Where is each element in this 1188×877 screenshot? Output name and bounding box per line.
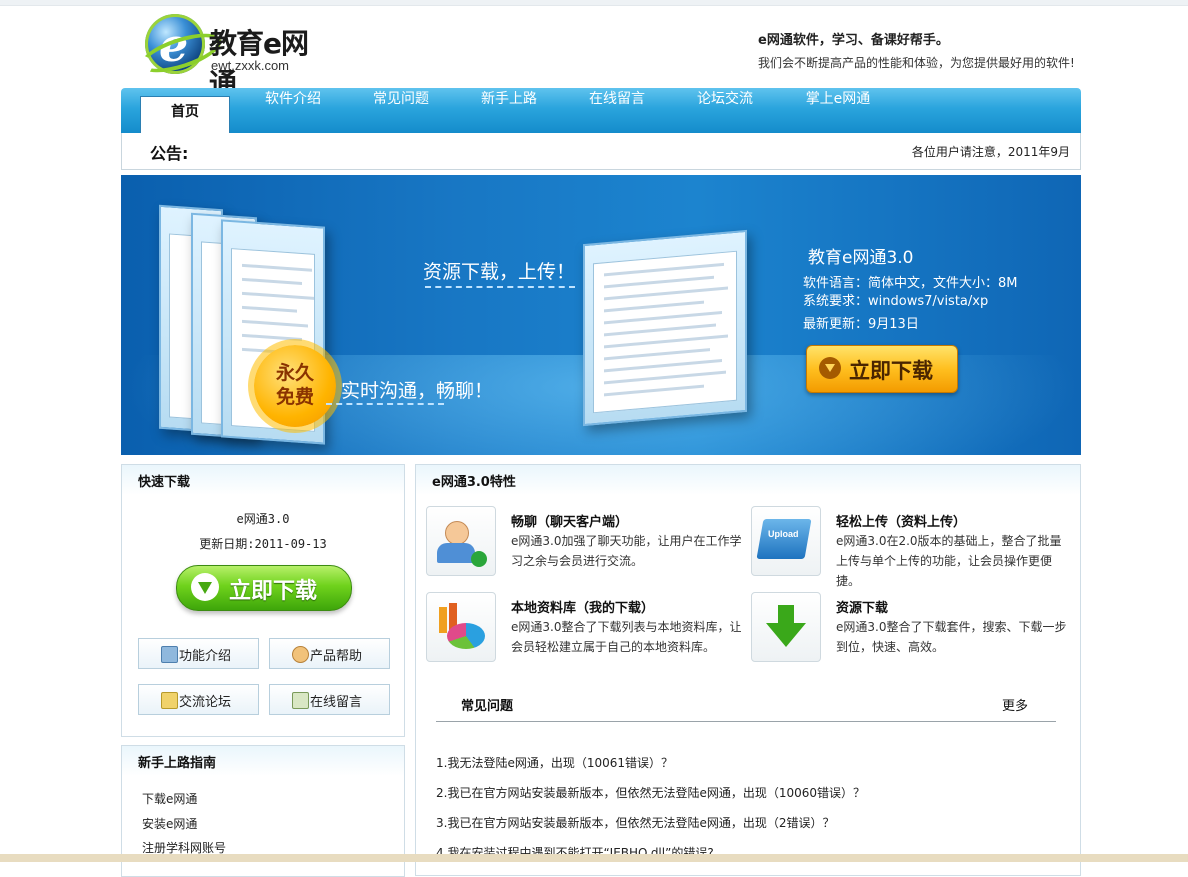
guide-link-install[interactable]: 安装e网通 [142,815,197,832]
features-title: e网通3.0特性 [432,475,516,490]
header-slogan-sub: 我们会不断提高产品的性能和体验，为您提供最好用的软件! [758,56,1075,70]
banner-product-title: 教育e网通3.0 [808,248,914,268]
feature-desc-download: e网通3.0整合了下载套件，搜索、下载一步到位，快速、高效。 [836,620,1067,654]
banner-info-updated: 最新更新：9月13日 [803,317,919,332]
quick-download-panel: 快速下载 e网通3.0 更新日期:2011-09-13 立即下载 功能介绍 产品… [121,464,405,737]
banner-info-language: 软件语言：简体中文，文件大小：8M [803,276,1018,291]
free-forever-badge: 永久 免费 [254,345,336,427]
guide-link-download[interactable]: 下载e网通 [142,790,197,807]
faq-more-link[interactable]: 更多 [1002,695,1028,714]
banner-caption-upload: 资源下载，上传！ [423,261,576,283]
quick-download-button[interactable]: 立即下载 [176,565,352,611]
nav-faq[interactable]: 常见问题 [351,88,451,133]
bottom-border [0,854,1188,862]
banner-info-system: 系统要求：windows7/vista/xp [803,294,989,309]
header-slogan: e网通软件，学习、备课好帮手。 [758,33,949,48]
nav-beginner[interactable]: 新手上路 [459,88,559,133]
main-nav: 首页 软件介绍 常见问题 新手上路 在线留言 论坛交流 掌上e网通 [121,88,1081,134]
faq-item[interactable]: 3.我已在官方网站安装最新版本，但依然无法登陆e网通，出现（2错误）？ [436,814,834,831]
notice-text[interactable]: 各位用户请注意，2011年9月 [912,143,1070,160]
promo-banner: 永久 免费 实时沟通，畅聊！ 资源下载，上传！ 教育e网通3.0 软件语言：简体… [121,175,1081,455]
faq-divider [436,721,1056,722]
message-button[interactable]: 在线留言 [269,684,390,715]
nav-message[interactable]: 在线留言 [567,88,667,133]
user-help-icon [292,646,309,663]
banner-download-button[interactable]: 立即下载 [806,345,958,393]
upload-icon: Upload [751,506,821,576]
nav-forum[interactable]: 论坛交流 [675,88,775,133]
nav-software-intro[interactable]: 软件介绍 [243,88,343,133]
message-edit-icon [292,692,309,709]
product-help-button[interactable]: 产品帮助 [269,638,390,669]
file-list-window [583,229,747,427]
quick-download-title: 快速下载 [138,475,191,490]
feature-desc-upload: e网通3.0在2.0版本的基础上，整合了批量上传与单个上传的功能，让会员操作更便… [836,534,1062,588]
beginner-guide-title: 新手上路指南 [138,756,217,771]
document-edit-icon [161,646,178,663]
faq-item[interactable]: 2.我已在官方网站安装最新版本，但依然无法登陆e网通，出现（10060错误）？ [436,784,865,801]
download-arrow-icon [191,573,219,601]
faq-title: 常见问题 [461,699,514,714]
forum-chat-icon [161,692,178,709]
pie-chart-icon [426,592,496,662]
feature-title-library: 本地资料库（我的下载） [511,601,655,616]
feature-desc-chat: e网通3.0加强了聊天功能，让用户在工作学习之余与会员进行交流。 [511,534,742,568]
nav-mobile[interactable]: 掌上e网通 [783,88,893,133]
nav-home[interactable]: 首页 [140,96,230,134]
faq-item[interactable]: 1.我无法登陆e网通，出现（10061错误）？ [436,754,673,771]
quick-download-product: e网通3.0 [236,512,290,526]
globe-e-logo-icon: e [136,14,226,81]
quick-download-date: 更新日期:2011-09-13 [199,537,327,551]
feature-desc-library: e网通3.0整合了下载列表与本地资料库，让会员轻松建立属于自己的本地资料库。 [511,620,742,654]
forum-button[interactable]: 交流论坛 [138,684,259,715]
download-arrow-icon [819,357,841,379]
site-logo[interactable]: e 教育e网通 ewt.zxxk.com [136,8,331,100]
features-panel: e网通3.0特性 畅聊（聊天客户端） e网通3.0加强了聊天功能，让用户在工作学… [415,464,1081,876]
feature-title-upload: 轻松上传（资料上传） [836,515,967,530]
notice-bar: 公告: 各位用户请注意，2011年9月 [121,133,1081,170]
top-border [0,0,1188,6]
feature-title-chat: 畅聊（聊天客户端） [511,515,629,530]
feature-intro-button[interactable]: 功能介绍 [138,638,259,669]
logo-url: ewt.zxxk.com [211,58,290,73]
banner-caption-chat: 实时沟通，畅聊！ [341,380,494,402]
download-arrow-icon [751,592,821,662]
users-chat-icon [426,506,496,576]
notice-label: 公告: [150,144,189,163]
feature-title-download: 资源下载 [836,601,889,616]
